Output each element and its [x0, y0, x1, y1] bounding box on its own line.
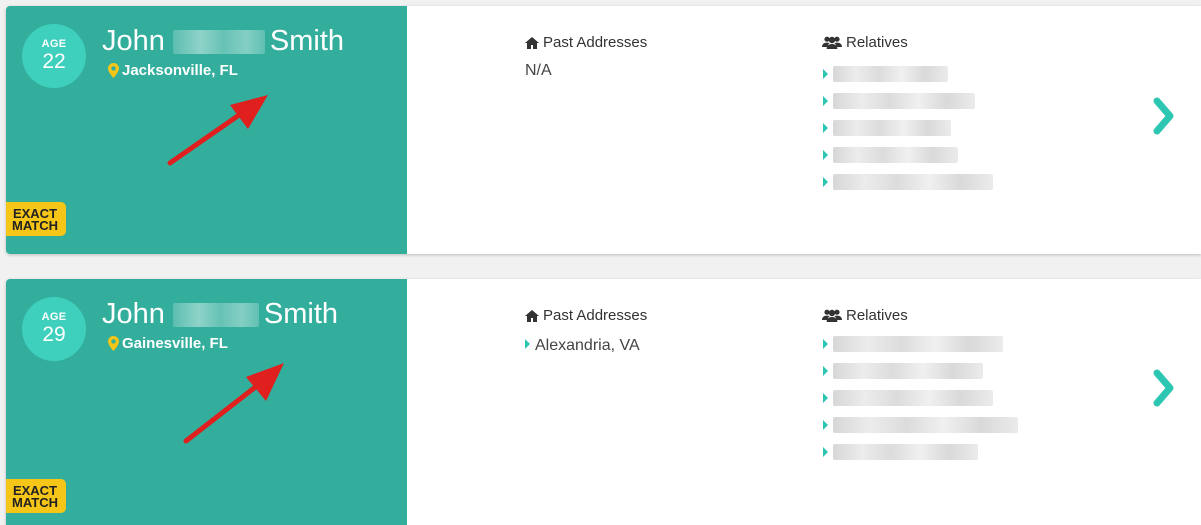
- last-name: Smith: [269, 25, 345, 57]
- relatives-heading: Relatives: [822, 307, 908, 326]
- relatives-heading: Relatives: [822, 34, 908, 53]
- redacted-relative-name: [833, 389, 993, 406]
- relatives-list: [823, 60, 993, 195]
- badge-line-2: MATCH: [12, 218, 58, 233]
- caret-right-icon: [823, 365, 828, 376]
- home-icon: [525, 309, 539, 326]
- past-addresses-heading: Past Addresses: [525, 307, 647, 326]
- chevron-right-icon[interactable]: [1153, 97, 1175, 135]
- past-address-text: Alexandria, VA: [535, 337, 640, 354]
- result-card[interactable]: AGE 29 John Smith Gainesville, FL EXACT M…: [6, 279, 1201, 525]
- caret-right-icon: [525, 339, 530, 349]
- relatives-list: [823, 330, 1018, 465]
- location: Jacksonville, FL: [108, 62, 238, 82]
- age-badge: AGE 22: [22, 24, 86, 88]
- relatives-label: Relatives: [846, 34, 908, 51]
- list-item[interactable]: [823, 330, 1018, 357]
- age-label: AGE: [41, 38, 67, 50]
- redacted-relative-name: [833, 173, 993, 190]
- person-name[interactable]: John Smith: [102, 297, 338, 331]
- caret-right-icon: [823, 392, 828, 403]
- past-address-item[interactable]: Alexandria, VA: [525, 337, 640, 355]
- person-name[interactable]: John Smith: [102, 24, 344, 58]
- redacted-relative-name: [833, 335, 1003, 352]
- redacted-relative-name: [833, 146, 958, 163]
- list-item[interactable]: [823, 114, 993, 141]
- badge-line-2: MATCH: [12, 495, 58, 510]
- map-pin-icon: [108, 63, 119, 82]
- location: Gainesville, FL: [108, 335, 228, 355]
- home-icon: [525, 36, 539, 53]
- exact-match-badge: EXACT MATCH: [6, 479, 66, 513]
- result-card[interactable]: AGE 22 John Smith Jacksonville, FL EXACT …: [6, 6, 1201, 254]
- map-pin-icon: [108, 336, 119, 355]
- age-badge: AGE 29: [22, 297, 86, 361]
- result-summary-panel: AGE 29 John Smith Gainesville, FL EXACT M…: [6, 279, 407, 525]
- list-item[interactable]: [823, 141, 993, 168]
- list-item[interactable]: [823, 438, 1018, 465]
- caret-right-icon: [823, 122, 828, 133]
- list-item[interactable]: [823, 357, 1018, 384]
- users-icon: [822, 309, 842, 326]
- annotation-arrow: [183, 363, 284, 444]
- redacted-middle-name: [172, 303, 259, 328]
- chevron-right-icon[interactable]: [1153, 369, 1175, 407]
- list-item[interactable]: [823, 168, 993, 195]
- first-name: John: [102, 298, 165, 330]
- annotation-arrow: [167, 95, 268, 166]
- result-summary-panel: AGE 22 John Smith Jacksonville, FL EXACT …: [6, 6, 407, 254]
- location-text: Jacksonville, FL: [122, 62, 238, 79]
- list-item[interactable]: [823, 60, 993, 87]
- redacted-relative-name: [833, 416, 1018, 433]
- caret-right-icon: [823, 419, 828, 430]
- last-name: Smith: [263, 298, 339, 330]
- caret-right-icon: [823, 176, 828, 187]
- past-addresses-heading: Past Addresses: [525, 34, 647, 53]
- redacted-relative-name: [833, 443, 978, 460]
- age-value: 29: [42, 323, 66, 346]
- redacted-relative-name: [833, 119, 951, 136]
- search-results: AGE 22 John Smith Jacksonville, FL EXACT …: [0, 0, 1201, 525]
- relatives-label: Relatives: [846, 307, 908, 324]
- redacted-relative-name: [833, 92, 975, 109]
- age-value: 22: [42, 50, 66, 73]
- list-item[interactable]: [823, 411, 1018, 438]
- redacted-relative-name: [833, 362, 983, 379]
- caret-right-icon: [823, 68, 828, 79]
- caret-right-icon: [823, 95, 828, 106]
- location-text: Gainesville, FL: [122, 335, 228, 352]
- past-addresses-label: Past Addresses: [543, 307, 648, 324]
- redacted-relative-name: [833, 65, 948, 82]
- caret-right-icon: [823, 149, 828, 160]
- caret-right-icon: [823, 338, 828, 349]
- users-icon: [822, 36, 842, 53]
- age-label: AGE: [41, 311, 67, 323]
- list-item[interactable]: [823, 384, 1018, 411]
- past-addresses-value: N/A: [525, 62, 552, 79]
- first-name: John: [102, 25, 165, 57]
- exact-match-badge: EXACT MATCH: [6, 202, 66, 236]
- redacted-middle-name: [172, 30, 265, 55]
- caret-right-icon: [823, 446, 828, 457]
- past-addresses-label: Past Addresses: [543, 34, 648, 51]
- list-item[interactable]: [823, 87, 993, 114]
